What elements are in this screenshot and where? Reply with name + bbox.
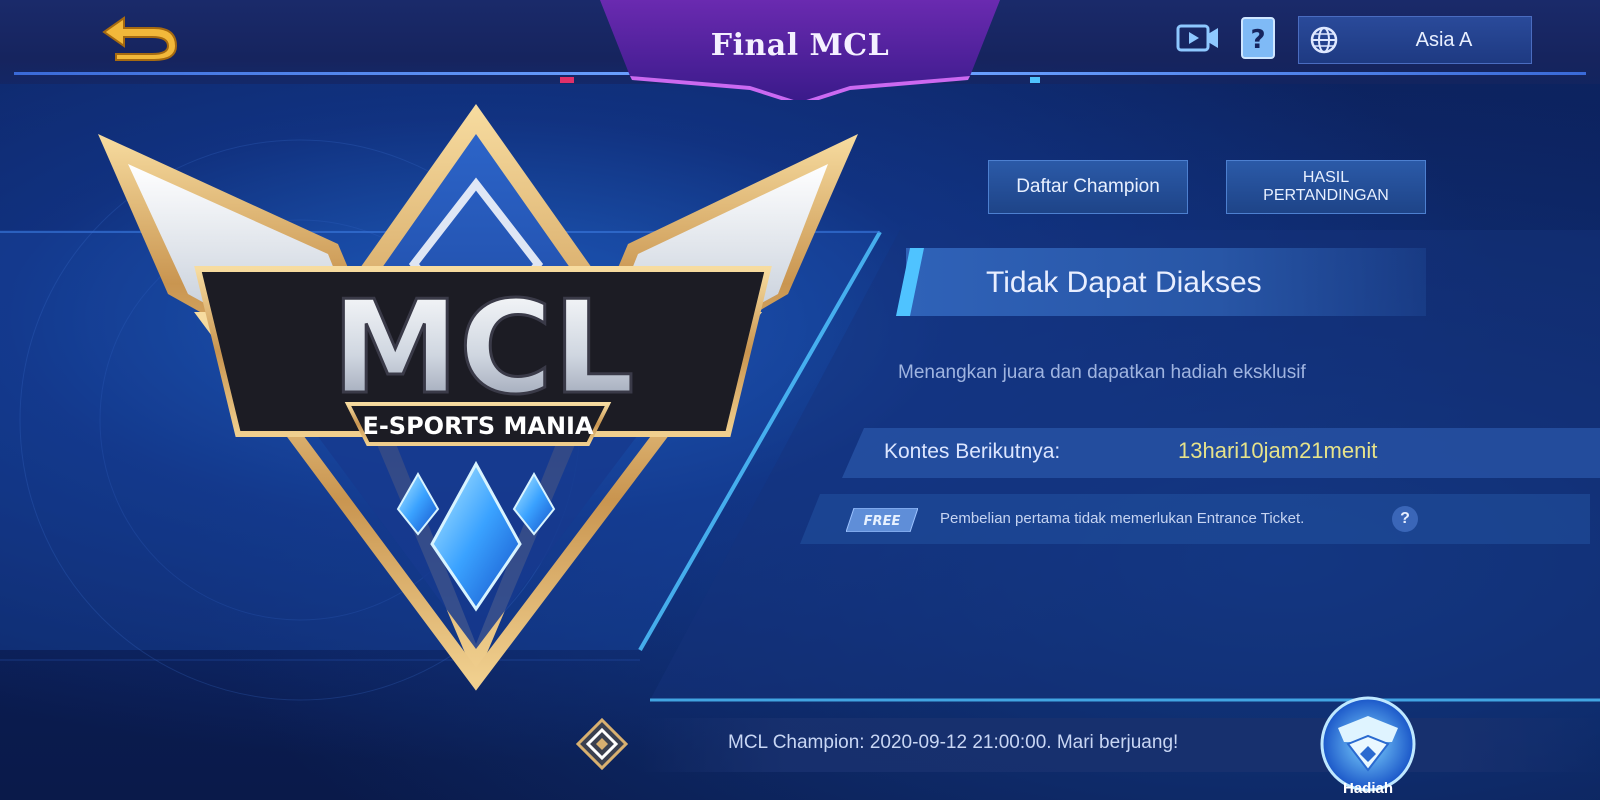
svg-text:?: ? <box>1250 25 1265 55</box>
next-contest-countdown: 13hari10jam21menit <box>1178 438 1378 463</box>
description-text: Menangkan juara dan dapatkan hadiah eksk… <box>898 362 1306 383</box>
region-selector[interactable]: Asia A <box>1298 16 1532 64</box>
logo-main-text: MCL <box>332 274 635 423</box>
globe-icon <box>1310 26 1338 54</box>
video-icon[interactable] <box>1176 20 1220 56</box>
next-contest-label: Kontes Berikutnya: <box>884 440 1061 463</box>
back-arrow-icon[interactable] <box>96 12 180 62</box>
status-accent-stripe <box>896 248 924 316</box>
reward-crest-icon[interactable] <box>1318 694 1418 794</box>
free-badge-text: FREE <box>864 514 901 529</box>
free-badge: FREE <box>846 508 918 532</box>
champion-list-button[interactable]: Daftar Champion <box>988 160 1188 214</box>
help-icon[interactable]: ? <box>1392 506 1418 532</box>
match-results-button[interactable]: HASIL PERTANDINGAN <box>1226 160 1426 214</box>
page-title: Final MCL <box>710 28 890 63</box>
free-entry-note: Pembelian pertama tidak memerlukan Entra… <box>940 510 1305 527</box>
status-text: Tidak Dapat Diakses <box>986 266 1262 299</box>
reward-label: Hadiah <box>1342 780 1393 797</box>
diamond-emblem-icon <box>576 718 628 770</box>
region-label: Asia A <box>1415 29 1473 51</box>
mcl-esports-mania-logo: MCL E-SPORTS MANIA <box>98 104 858 691</box>
logo-sub-text: E-SPORTS MANIA <box>362 412 594 440</box>
announcement-text: MCL Champion: 2020-09-12 21:00:00. Mari … <box>728 732 1179 753</box>
question-book-icon[interactable]: ? <box>1240 16 1276 60</box>
